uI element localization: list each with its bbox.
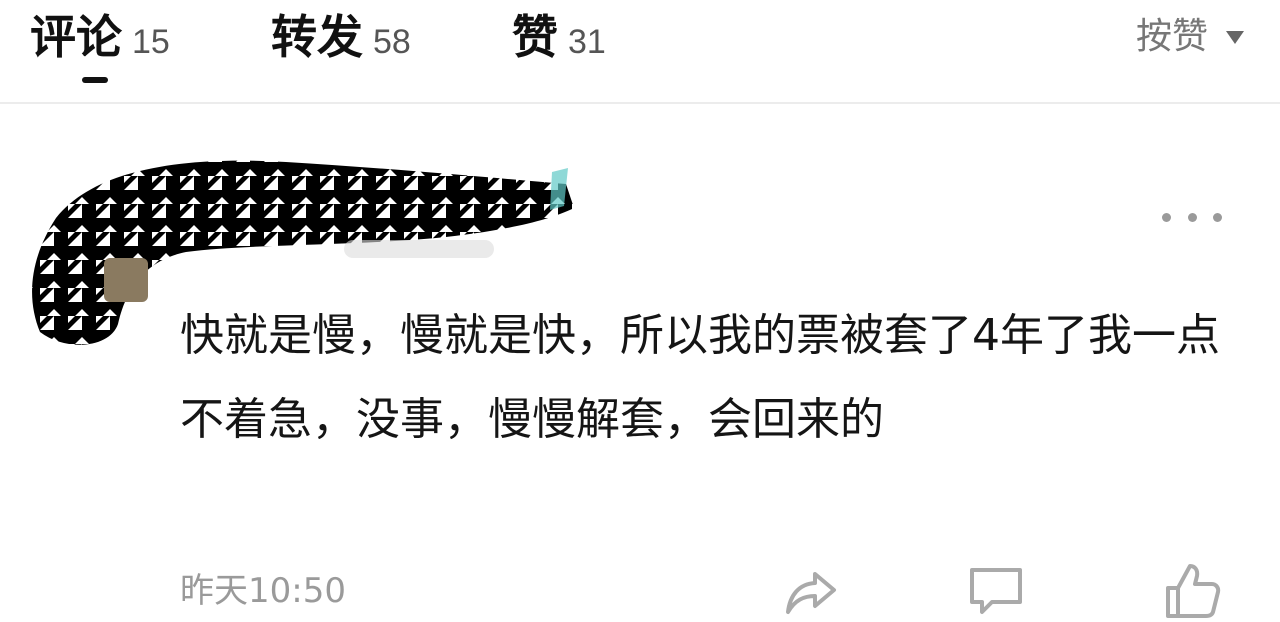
tab-comments-label: 评论 — [30, 10, 122, 64]
tab-reposts-label: 转发 — [271, 10, 363, 64]
tab-reposts-count: 58 — [373, 23, 411, 61]
sort-label: 按赞 — [1135, 16, 1208, 57]
share-icon[interactable] — [782, 560, 842, 620]
tab-comments[interactable]: 评论 15 — [30, 2, 170, 72]
tab-likes[interactable]: 赞 31 — [512, 2, 606, 72]
sort-dropdown[interactable]: 按赞 — [1136, 2, 1244, 72]
tab-reposts[interactable]: 转发 58 — [271, 2, 411, 72]
tab-comments-count: 15 — [132, 23, 170, 61]
avatar-fragment — [104, 258, 148, 302]
comment-tab-bar: 评论 15 转发 58 赞 31 按赞 — [0, 0, 1280, 104]
dot — [1213, 212, 1222, 222]
dot — [1162, 212, 1171, 222]
comment-icon[interactable] — [966, 560, 1026, 620]
tab-likes-label: 赞 — [512, 10, 558, 64]
caret-down-icon — [1226, 30, 1244, 44]
dot — [1187, 212, 1197, 222]
blurred-username-trace — [344, 240, 494, 258]
tab-likes-count: 31 — [568, 23, 606, 61]
like-icon[interactable] — [1162, 560, 1222, 620]
more-options-icon[interactable] — [1162, 205, 1222, 229]
active-tab-indicator — [82, 77, 108, 83]
comment-text: 快就是慢，慢就是快，所以我的票被套了4年了我一点不着急，没事，慢慢解套，会回来的 — [180, 310, 1220, 445]
comment-timestamp: 昨天10:50 — [180, 571, 346, 611]
